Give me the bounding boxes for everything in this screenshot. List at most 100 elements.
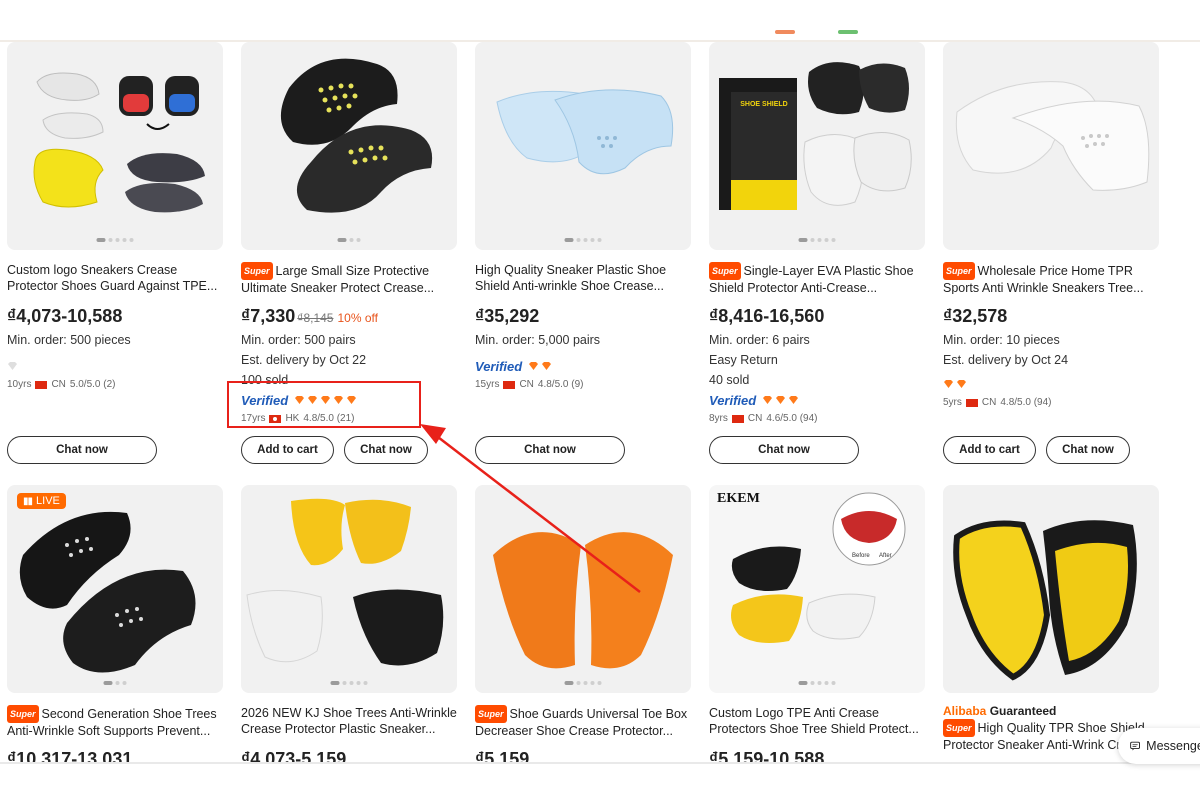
- messenger-button[interactable]: Messenger: [1118, 728, 1200, 764]
- image-carousel-dots[interactable]: [337, 238, 361, 242]
- messenger-label: Messenger: [1146, 739, 1200, 753]
- product-card[interactable]: 2026 NEW KJ Shoe Trees Anti-Wrinkle Crea…: [241, 485, 457, 770]
- product-title[interactable]: High Quality Sneaker Plastic Shoe Shield…: [475, 262, 691, 294]
- card-actions: Chat now: [7, 436, 157, 464]
- diamond-icon: [776, 396, 786, 404]
- diamond-icon: [763, 396, 773, 404]
- verified-highlight-box: [227, 381, 421, 428]
- image-carousel-dots[interactable]: [564, 238, 602, 242]
- delivery-estimate: Est. delivery by Oct 22: [241, 353, 367, 367]
- min-order: Min. order: 10 pieces: [943, 333, 1060, 347]
- product-image[interactable]: [475, 42, 691, 250]
- card-actions: Add to cart Chat now: [241, 436, 428, 464]
- product-photo-crease-guards: [246, 498, 444, 666]
- image-carousel-dots[interactable]: [330, 681, 368, 685]
- delivery-estimate: Est. delivery by Oct 24: [943, 353, 1069, 367]
- chat-now-button[interactable]: Chat now: [1046, 436, 1130, 464]
- min-order: Min. order: 500 pieces: [7, 333, 131, 347]
- flag-cn-icon: [35, 380, 48, 389]
- super-supplier-badge: Super: [241, 262, 273, 280]
- supplier-info: 10yrs CN 5.0/5.0 (2): [7, 379, 223, 390]
- supplier-years: 8yrs: [709, 413, 728, 424]
- product-price: ₫35,292: [475, 306, 540, 326]
- product-title[interactable]: Custom logo Sneakers Crease Protector Sh…: [7, 262, 223, 294]
- supplier-country: CN: [51, 379, 66, 390]
- super-supplier-badge: Super: [7, 705, 39, 723]
- supplier-rating: 4.6/5.0 (94): [766, 413, 818, 424]
- chat-now-button[interactable]: Chat now: [709, 436, 859, 464]
- verified-badge: Verified: [475, 358, 523, 374]
- product-title[interactable]: Super Shoe Guards Universal Toe Box Decre…: [475, 705, 691, 737]
- supplier-rating: 4.8/5.0 (94): [1000, 397, 1052, 408]
- live-bars-icon: ▮▮: [23, 495, 33, 507]
- image-carousel-dots[interactable]: [96, 238, 134, 242]
- alibaba-guaranteed-badge: Alibaba Guaranteed: [943, 704, 1057, 718]
- supplier-country: CN: [519, 379, 534, 390]
- product-card[interactable]: Super Wholesale Price Home TPR Sports Ant…: [943, 42, 1159, 408]
- message-icon: [1130, 741, 1140, 751]
- badge-row: Verified: [709, 393, 925, 408]
- product-title[interactable]: Super Large Small Size Protective Ultimat…: [241, 262, 457, 294]
- product-card[interactable]: SHOE SHIELD Super Single-Layer EVA Plasti…: [709, 42, 925, 424]
- product-image[interactable]: [241, 42, 457, 250]
- product-price: ₫32,578: [943, 306, 1008, 326]
- product-photo-crease-guards: [493, 532, 673, 669]
- product-image[interactable]: [475, 485, 691, 693]
- product-image[interactable]: [241, 485, 457, 693]
- top-bar-accent: [838, 30, 858, 34]
- product-title[interactable]: Super Second Generation Shoe Trees Anti-W…: [7, 705, 223, 737]
- card-actions: Chat now: [475, 436, 625, 464]
- product-price: ₫8,416-16,560: [709, 306, 825, 326]
- product-card[interactable]: Alibaba Guaranteed Super High Quality TPR…: [943, 485, 1159, 753]
- product-image[interactable]: [7, 42, 223, 250]
- live-badge: ▮▮ LIVE: [17, 493, 66, 509]
- supplier-level-diamonds: [528, 361, 552, 371]
- product-title[interactable]: Super Single-Layer EVA Plastic Shoe Shiel…: [709, 262, 925, 294]
- chat-now-button[interactable]: Chat now: [475, 436, 625, 464]
- add-to-cart-button[interactable]: Add to cart: [241, 436, 334, 464]
- supplier-level-diamonds: [943, 379, 967, 389]
- badge-row: [943, 377, 1159, 391]
- product-title[interactable]: Super Wholesale Price Home TPR Sports Ant…: [943, 262, 1159, 294]
- min-order: Min. order: 500 pairs: [241, 333, 356, 347]
- sold-count: 40 sold: [709, 373, 750, 387]
- diamond-icon: [529, 362, 539, 370]
- product-image[interactable]: ▮▮ LIVE: [7, 485, 223, 693]
- product-image[interactable]: Before After EKEM: [709, 485, 925, 693]
- product-image[interactable]: [943, 42, 1159, 250]
- super-supplier-badge: Super: [475, 705, 507, 723]
- supplier-level-diamonds: [762, 395, 799, 405]
- image-carousel-dots[interactable]: [103, 681, 127, 685]
- product-image[interactable]: SHOE SHIELD: [709, 42, 925, 250]
- super-supplier-badge: Super: [943, 262, 975, 280]
- image-carousel-dots[interactable]: [798, 681, 836, 685]
- flag-cn-icon: [503, 380, 516, 389]
- image-carousel-dots[interactable]: [564, 681, 602, 685]
- product-card[interactable]: Super Shoe Guards Universal Toe Box Decre…: [475, 485, 691, 770]
- product-card[interactable]: ▮▮ LIVE Super Second Generation Shoe Trees…: [7, 485, 223, 770]
- product-title[interactable]: 2026 NEW KJ Shoe Trees Anti-Wrinkle Crea…: [241, 705, 457, 737]
- super-supplier-badge: Super: [709, 262, 741, 280]
- supplier-years: 10yrs: [7, 379, 32, 390]
- image-carousel-dots[interactable]: [798, 238, 836, 242]
- add-to-cart-button[interactable]: Add to cart: [943, 436, 1036, 464]
- top-bar: [0, 0, 1200, 42]
- supplier-rating: 5.0/5.0 (2): [69, 379, 116, 390]
- product-photo-crease-guards: [955, 81, 1150, 191]
- product-card[interactable]: Custom logo Sneakers Crease Protector Sh…: [7, 42, 223, 390]
- product-card[interactable]: Before After EKEM Custom Logo TPE Anti C…: [709, 485, 925, 770]
- product-image[interactable]: [943, 485, 1159, 693]
- supplier-info: 8yrs CN 4.6/5.0 (94): [709, 413, 925, 424]
- product-card[interactable]: Super Large Small Size Protective Ultimat…: [241, 42, 457, 424]
- product-title[interactable]: Custom Logo TPE Anti Crease Protectors S…: [709, 705, 925, 737]
- supplier-info: 15yrs CN 4.8/5.0 (9): [475, 379, 691, 390]
- product-photo-crease-guards: [280, 58, 433, 213]
- product-card[interactable]: High Quality Sneaker Plastic Shoe Shield…: [475, 42, 691, 390]
- badge-row: [7, 359, 223, 373]
- product-photo-shoe-shield-box: SHOE SHIELD: [719, 62, 912, 210]
- bottom-bar: [0, 762, 1200, 800]
- before-label: Before: [852, 553, 870, 559]
- chat-now-button[interactable]: Chat now: [7, 436, 157, 464]
- chat-now-button[interactable]: Chat now: [344, 436, 428, 464]
- min-order: Min. order: 5,000 pairs: [475, 333, 601, 347]
